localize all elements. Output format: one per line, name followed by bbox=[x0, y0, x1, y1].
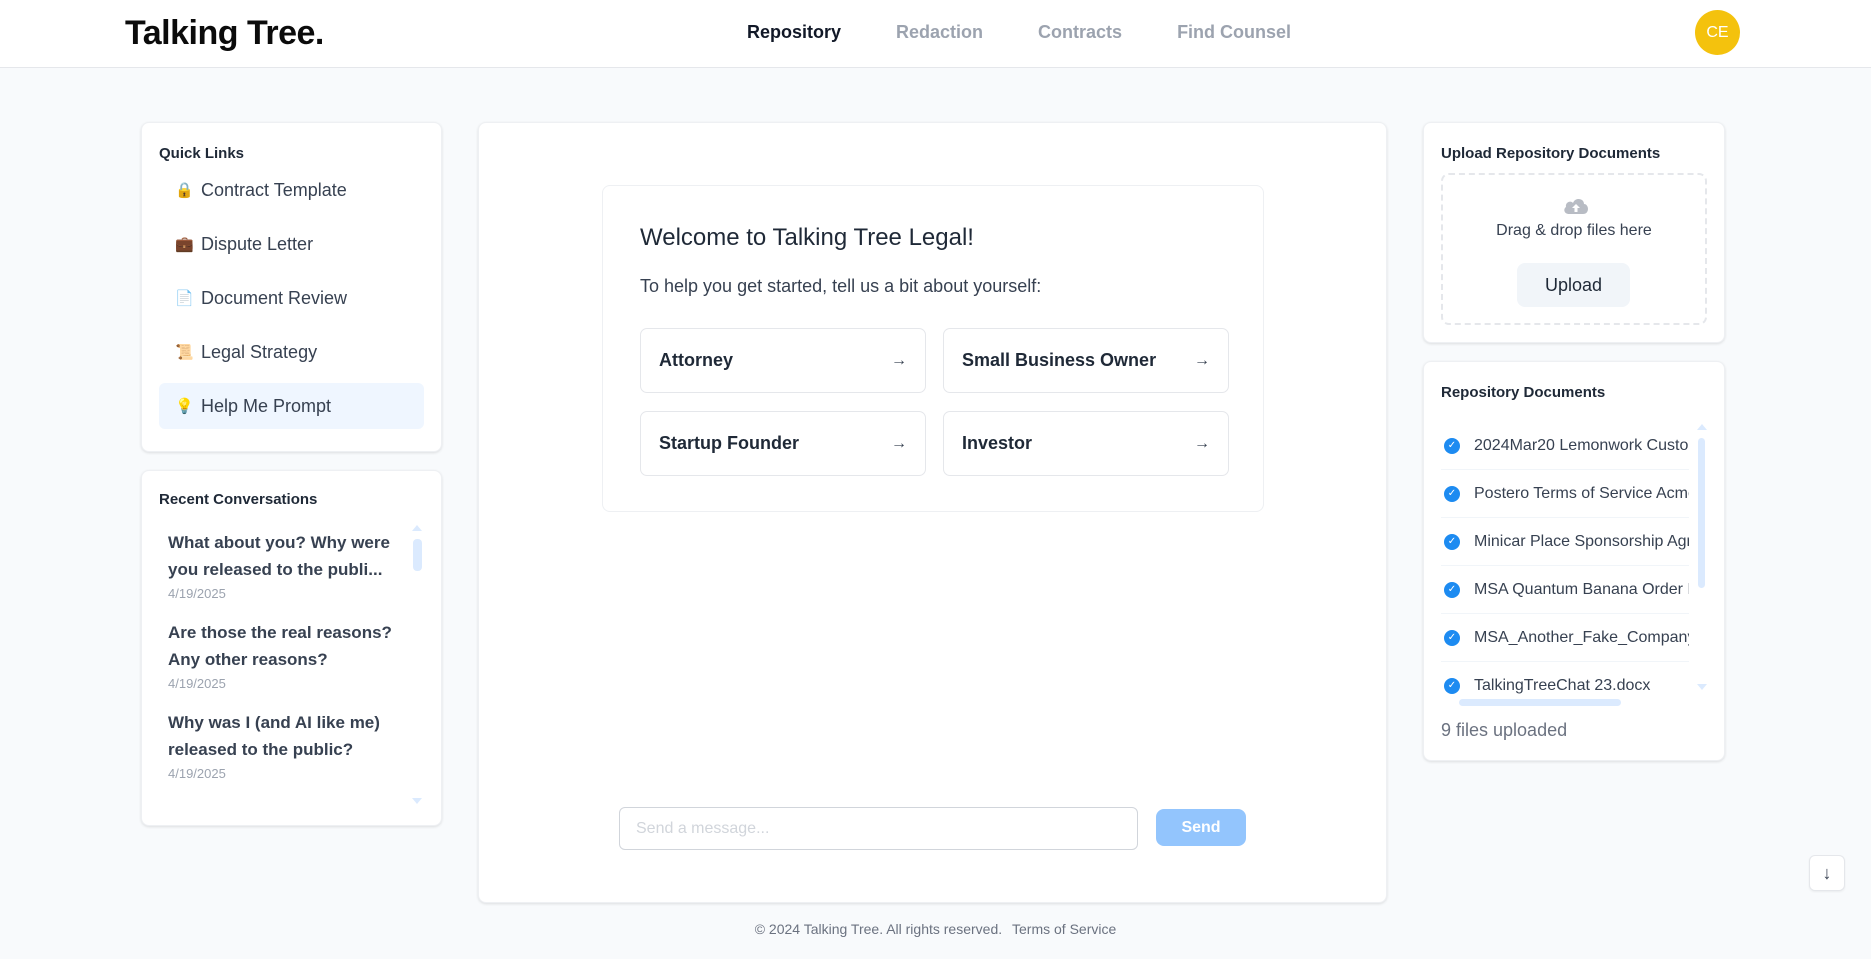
role-attorney-button[interactable]: Attorney → bbox=[640, 328, 926, 393]
recent-conversations-title: Recent Conversations bbox=[159, 491, 318, 508]
repository-documents-card: Repository Documents ✓ 2024Mar20 Lemonwo… bbox=[1423, 361, 1725, 761]
quick-link-label: Help Me Prompt bbox=[201, 395, 332, 416]
footer: © 2024 Talking Tree. All rights reserved… bbox=[0, 921, 1871, 937]
welcome-subtitle: To help you get started, tell us a bit a… bbox=[640, 276, 1042, 296]
quick-link-label: Document Review bbox=[201, 287, 348, 308]
check-circle-icon: ✓ bbox=[1444, 533, 1460, 550]
welcome-card: Welcome to Talking Tree Legal! To help y… bbox=[602, 185, 1264, 512]
conversation-scrollbar[interactable] bbox=[413, 539, 422, 571]
welcome-title: Welcome to Talking Tree Legal! bbox=[640, 224, 974, 251]
upload-title: Upload Repository Documents bbox=[1441, 145, 1661, 162]
quick-links-card: Quick Links 🔒 Contract Template 💼 Disput… bbox=[141, 122, 442, 452]
send-button[interactable]: Send bbox=[1156, 809, 1246, 846]
message-input[interactable] bbox=[619, 807, 1138, 850]
document-name: MSA Quantum Banana Order F bbox=[1474, 580, 1689, 598]
role-label: Small Business Owner bbox=[962, 350, 1157, 370]
document-name: Postero Terms of Service Acme bbox=[1474, 484, 1689, 502]
role-label: Startup Founder bbox=[659, 433, 799, 453]
arrow-right-icon: → bbox=[891, 351, 907, 369]
conversation-title: Why was I (and AI like me) released to t… bbox=[168, 713, 380, 759]
document-name: MSA_Another_Fake_Company bbox=[1474, 628, 1689, 646]
conversation-list: What about you? Why were you released to… bbox=[168, 529, 441, 799]
check-circle-icon: ✓ bbox=[1444, 581, 1460, 598]
role-label: Attorney bbox=[659, 350, 734, 370]
check-circle-icon: ✓ bbox=[1444, 485, 1460, 502]
role-investor-button[interactable]: Investor → bbox=[943, 411, 1229, 476]
repository-documents-title: Repository Documents bbox=[1441, 384, 1606, 401]
document-scrollbar[interactable] bbox=[1698, 438, 1705, 588]
arrow-down-icon: ↓ bbox=[1822, 862, 1832, 883]
quick-link-contract-template[interactable]: 🔒 Contract Template bbox=[159, 167, 424, 213]
document-horizontal-scrollbar[interactable] bbox=[1459, 699, 1621, 706]
cloud-upload-icon bbox=[1564, 198, 1588, 214]
briefcase-icon: 💼 bbox=[175, 236, 194, 253]
upload-button[interactable]: Upload bbox=[1517, 263, 1630, 307]
copyright-text: © 2024 Talking Tree. All rights reserved… bbox=[754, 921, 1003, 937]
document-name: TalkingTreeChat 23.docx bbox=[1474, 676, 1651, 694]
quick-link-label: Dispute Letter bbox=[201, 233, 314, 254]
scroll-down-arrow[interactable] bbox=[412, 798, 422, 804]
nav-find-counsel[interactable]: Find Counsel bbox=[1177, 22, 1291, 43]
role-small-business-owner-button[interactable]: Small Business Owner → bbox=[943, 328, 1229, 393]
document-name: 2024Mar20 Lemonwork Custor bbox=[1474, 436, 1689, 454]
document-item[interactable]: ✓ TalkingTreeChat 23.docx bbox=[1441, 662, 1689, 694]
recent-conversations-card: Recent Conversations What about you? Why… bbox=[141, 470, 442, 826]
document-list: ✓ 2024Mar20 Lemonwork Custor ✓ Postero T… bbox=[1441, 422, 1689, 694]
conversation-date: 4/19/2025 bbox=[168, 586, 226, 601]
dropzone[interactable]: Drag & drop files here Upload bbox=[1441, 173, 1707, 325]
document-item[interactable]: ✓ MSA Quantum Banana Order F bbox=[1441, 566, 1689, 614]
quick-link-help-me-prompt[interactable]: 💡 Help Me Prompt bbox=[159, 383, 424, 429]
quick-link-label: Contract Template bbox=[201, 179, 347, 200]
document-item[interactable]: ✓ Postero Terms of Service Acme bbox=[1441, 470, 1689, 518]
nav-contracts[interactable]: Contracts bbox=[1038, 22, 1122, 43]
quick-link-legal-strategy[interactable]: 📜 Legal Strategy bbox=[159, 329, 424, 375]
document-icon: 📄 bbox=[175, 290, 194, 307]
quick-link-label: Legal Strategy bbox=[201, 341, 318, 362]
logo[interactable]: Talking Tree. bbox=[125, 14, 324, 53]
avatar[interactable]: CE bbox=[1695, 10, 1740, 55]
files-count: 9 files uploaded bbox=[1441, 720, 1568, 740]
check-circle-icon: ✓ bbox=[1444, 437, 1460, 454]
nav-repository[interactable]: Repository bbox=[747, 22, 841, 43]
document-name: Minicar Place Sponsorship Agr bbox=[1474, 532, 1689, 550]
scroll-down-arrow[interactable] bbox=[1697, 684, 1707, 690]
role-label: Investor bbox=[962, 433, 1033, 453]
quick-link-document-review[interactable]: 📄 Document Review bbox=[159, 275, 424, 321]
lock-icon: 🔒 bbox=[175, 182, 194, 199]
document-item[interactable]: ✓ 2024Mar20 Lemonwork Custor bbox=[1441, 422, 1689, 470]
main-nav: Repository Redaction Contracts Find Coun… bbox=[747, 22, 1291, 43]
conversation-item[interactable]: Why was I (and AI like me) released to t… bbox=[168, 709, 441, 781]
check-circle-icon: ✓ bbox=[1444, 629, 1460, 646]
document-item[interactable]: ✓ Minicar Place Sponsorship Agr bbox=[1441, 518, 1689, 566]
scroll-up-arrow[interactable] bbox=[412, 525, 422, 531]
lightbulb-icon: 💡 bbox=[175, 398, 194, 415]
conversation-title: What about you? Why were you released to… bbox=[168, 533, 390, 579]
conversation-item[interactable]: Are those the real reasons? Any other re… bbox=[168, 619, 441, 691]
quick-links-title: Quick Links bbox=[159, 145, 245, 162]
scroll-to-bottom-button[interactable]: ↓ bbox=[1809, 855, 1845, 891]
conversation-date: 4/19/2025 bbox=[168, 766, 226, 781]
scroll-icon: 📜 bbox=[175, 344, 194, 361]
upload-card: Upload Repository Documents Drag & drop … bbox=[1423, 122, 1725, 343]
arrow-right-icon: → bbox=[891, 434, 907, 452]
chat-panel: Welcome to Talking Tree Legal! To help y… bbox=[478, 122, 1387, 903]
conversation-title: Are those the real reasons? Any other re… bbox=[168, 623, 392, 669]
scroll-up-arrow[interactable] bbox=[1697, 424, 1707, 430]
arrow-right-icon: → bbox=[1194, 351, 1210, 369]
conversation-item[interactable]: What about you? Why were you released to… bbox=[168, 529, 441, 601]
nav-redaction[interactable]: Redaction bbox=[896, 22, 983, 43]
check-circle-icon: ✓ bbox=[1444, 677, 1460, 694]
arrow-right-icon: → bbox=[1194, 434, 1210, 452]
terms-link[interactable]: Terms of Service bbox=[1012, 921, 1116, 937]
role-startup-founder-button[interactable]: Startup Founder → bbox=[640, 411, 926, 476]
quick-link-dispute-letter[interactable]: 💼 Dispute Letter bbox=[159, 221, 424, 267]
conversation-date: 4/19/2025 bbox=[168, 676, 226, 691]
dropzone-text: Drag & drop files here bbox=[1496, 222, 1652, 239]
quick-links-list: 🔒 Contract Template 💼 Dispute Letter 📄 D… bbox=[159, 167, 424, 437]
top-header: Talking Tree. Repository Redaction Contr… bbox=[0, 0, 1871, 68]
document-item[interactable]: ✓ MSA_Another_Fake_Company bbox=[1441, 614, 1689, 662]
